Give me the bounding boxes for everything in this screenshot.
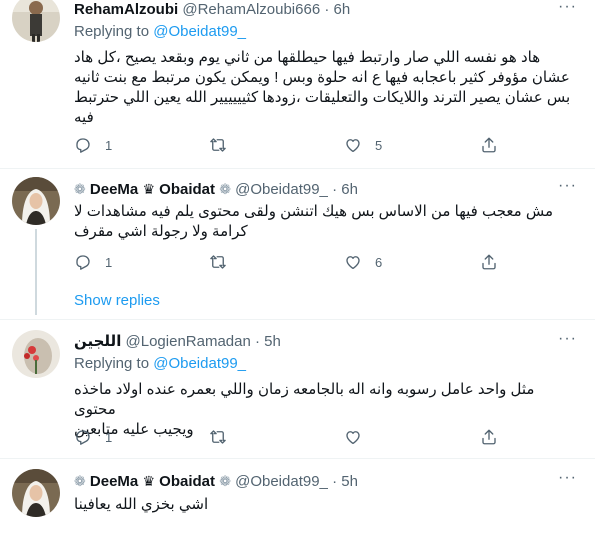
flower-icon: ❁ — [219, 473, 231, 489]
tweet-reham[interactable]: RehamAlzoubi @RehamAlzoubi666 · 6h ··· R… — [0, 0, 595, 168]
tweet-text-line: بس عشان يصير الترند واللايكات والتعليقات… — [74, 89, 571, 106]
avatar[interactable] — [12, 330, 60, 378]
timestamp[interactable]: 6h — [341, 181, 358, 198]
replying-to-handle[interactable]: @Obeidat99_ — [153, 355, 246, 372]
separator: · — [332, 181, 338, 198]
tweet-text-line: كرامة ولا رجولة اشي مقرف — [74, 223, 248, 240]
tweet-deema-2[interactable]: ❁ DeeMa ♛ Obaidat ❁ @Obeidat99_ · 5h ···… — [0, 459, 595, 560]
avatar[interactable] — [12, 469, 60, 517]
share-button[interactable] — [480, 253, 498, 271]
display-name[interactable]: اللجين — [74, 333, 121, 350]
separator: · — [255, 333, 260, 350]
retweet-icon — [210, 430, 226, 444]
tweet-text-line: عشان مؤوفر كثير باعجابه فيها ع انه حلوة … — [74, 69, 570, 86]
separator: · — [324, 1, 330, 18]
like-button[interactable] — [344, 428, 375, 446]
display-name[interactable]: RehamAlzoubi — [74, 1, 178, 18]
crown-icon: ♛ — [142, 181, 155, 197]
display-name-last[interactable]: Obaidat — [159, 473, 215, 490]
replying-to: Replying to @Obeidat99_ — [74, 354, 246, 374]
reply-count: 1 — [105, 137, 113, 153]
tweet-logien[interactable]: اللجين @LogienRamadan · 5h ··· Replying … — [0, 320, 595, 458]
tweet-text-line: فيه — [74, 109, 94, 126]
timestamp[interactable]: 5h — [264, 333, 281, 350]
reply-icon — [76, 430, 90, 445]
display-name-first[interactable]: DeeMa — [90, 473, 138, 490]
reply-button[interactable]: 1 — [74, 428, 112, 446]
tweet-actions: 1 5 — [74, 136, 524, 158]
flower-icon: ❁ — [219, 181, 231, 197]
tweet-header: ❁ DeeMa ♛ Obaidat ❁ @Obeidat99_ · 5h — [74, 471, 358, 492]
flower-icon: ❁ — [74, 473, 86, 489]
tweet-header: اللجين @LogienRamadan · 5h — [74, 332, 281, 352]
share-button[interactable] — [480, 428, 498, 446]
timestamp[interactable]: 5h — [341, 473, 358, 490]
handle[interactable]: @RehamAlzoubi666 — [182, 1, 320, 18]
reply-count: 1 — [105, 254, 113, 270]
show-replies-link[interactable]: Show replies — [74, 291, 160, 311]
tweet-text: هاد هو نفسه اللي صار وارتبط فيها حيطلقها… — [74, 48, 579, 128]
display-name-first[interactable]: DeeMa — [90, 181, 138, 198]
reply-icon — [76, 138, 90, 153]
tweet-text-line: اشي بخزي الله يعافينا — [74, 496, 209, 513]
like-count: 5 — [375, 137, 383, 153]
retweet-button[interactable] — [209, 136, 240, 154]
reply-count: 1 — [105, 429, 113, 445]
more-options-icon[interactable]: ··· — [558, 469, 577, 487]
handle[interactable]: @Obeidat99_ — [235, 181, 328, 198]
share-icon — [482, 429, 496, 445]
tweet-text-line: مش معجب فيها من الاساس بس هيك اتنشن ولقى… — [74, 203, 553, 220]
tweet-deema-1[interactable]: ❁ DeeMa ♛ Obaidat ❁ @Obeidat99_ · 6h ···… — [0, 169, 595, 319]
share-icon — [482, 137, 496, 153]
retweet-icon — [210, 255, 226, 269]
thread-line — [35, 229, 37, 315]
share-icon — [482, 254, 496, 270]
tweet-actions: 1 6 — [74, 253, 524, 275]
handle[interactable]: @LogienRamadan — [126, 333, 251, 350]
replying-to-handle[interactable]: @Obeidat99_ — [153, 23, 246, 40]
more-options-icon[interactable]: ··· — [558, 177, 577, 195]
heart-icon — [346, 431, 360, 445]
tweet-text: مش معجب فيها من الاساس بس هيك اتنشن ولقى… — [74, 202, 579, 242]
share-button[interactable] — [480, 136, 498, 154]
reply-button[interactable]: 1 — [74, 253, 112, 271]
timestamp[interactable]: 6h — [334, 1, 351, 18]
retweet-button[interactable] — [209, 428, 240, 446]
handle[interactable]: @Obeidat99_ — [235, 473, 328, 490]
heart-icon — [346, 139, 360, 153]
tweet-actions: 1 — [74, 428, 524, 450]
more-options-icon[interactable]: ··· — [558, 330, 577, 348]
heart-icon — [346, 256, 360, 270]
tweet-header: ❁ DeeMa ♛ Obaidat ❁ @Obeidat99_ · 6h — [74, 179, 358, 200]
tweet-text-line: مثل واحد عامل رسوبه وانه اله بالجامعه زم… — [74, 381, 535, 418]
reply-button[interactable]: 1 — [74, 136, 112, 154]
tweet-text: اشي بخزي الله يعافينا — [74, 495, 579, 515]
like-button[interactable]: 5 — [344, 136, 382, 154]
crown-icon: ♛ — [142, 473, 155, 489]
replying-to: Replying to @Obeidat99_ — [74, 22, 246, 42]
replying-to-label: Replying to — [74, 355, 150, 372]
tweet-text-line: هاد هو نفسه اللي صار وارتبط فيها حيطلقها… — [74, 49, 541, 66]
separator: · — [332, 473, 338, 490]
retweet-button[interactable] — [209, 253, 240, 271]
avatar[interactable] — [12, 0, 60, 42]
display-name-last[interactable]: Obaidat — [159, 181, 215, 198]
reply-icon — [76, 255, 90, 270]
like-count: 6 — [375, 254, 383, 270]
more-options-icon[interactable]: ··· — [558, 0, 577, 16]
like-button[interactable]: 6 — [344, 253, 382, 271]
tweet-header: RehamAlzoubi @RehamAlzoubi666 · 6h — [74, 0, 350, 20]
avatar[interactable] — [12, 177, 60, 225]
flower-icon: ❁ — [74, 181, 86, 197]
replying-to-label: Replying to — [74, 23, 150, 40]
retweet-icon — [210, 138, 226, 152]
